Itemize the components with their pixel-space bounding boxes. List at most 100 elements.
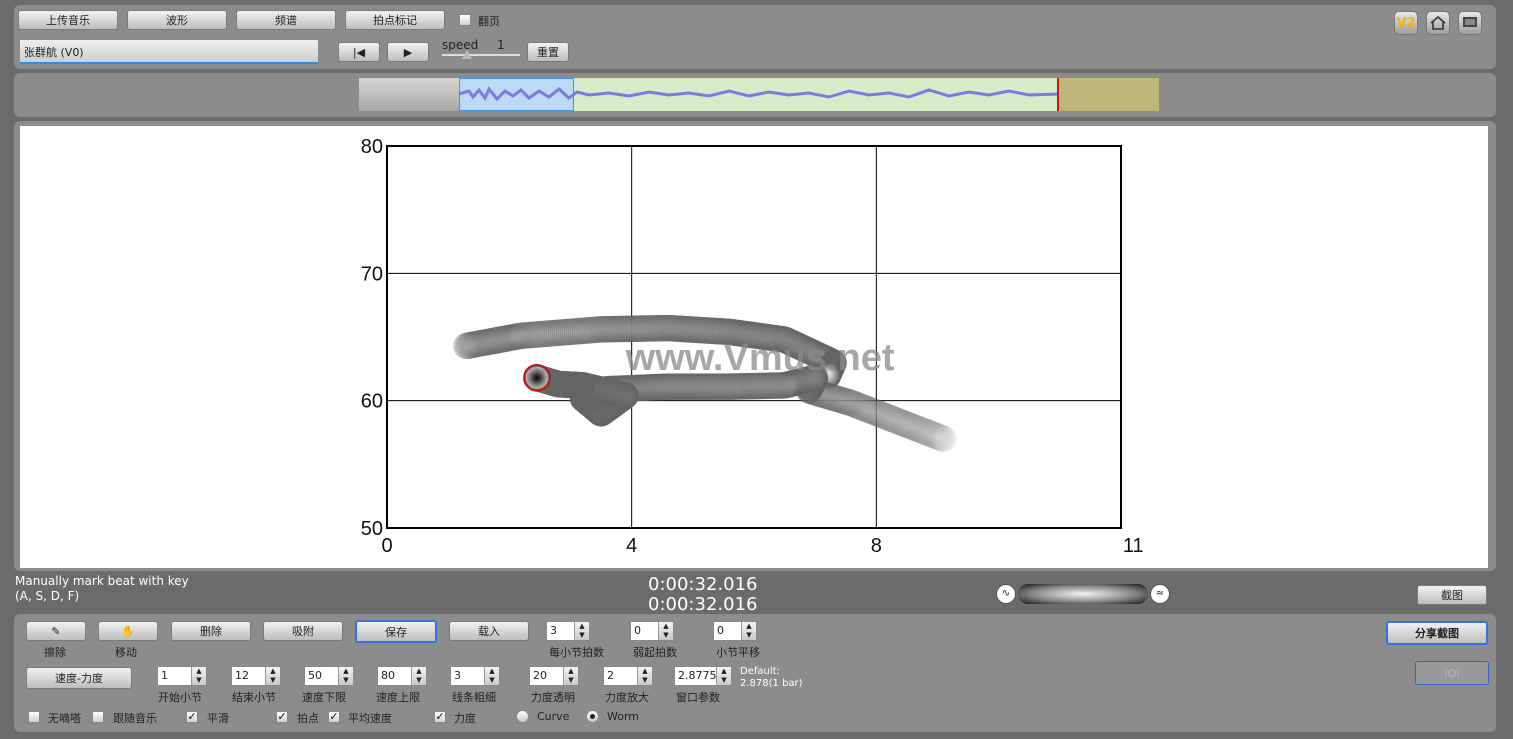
stepper-arrows-icon[interactable]: ▲ ▼ bbox=[658, 622, 673, 640]
y-tick-label: 60 bbox=[361, 391, 383, 413]
dynamics-checkbox[interactable]: ✓ bbox=[434, 711, 446, 723]
dynamics-transparency-stepper[interactable]: 20 ▲ ▼ bbox=[529, 666, 579, 686]
x-tick-label: 4 bbox=[626, 535, 637, 557]
hand-icon: ✋ bbox=[121, 624, 135, 638]
dynamics-transparency-value: 20 bbox=[533, 669, 547, 682]
stepper-arrows-icon[interactable]: ▲ ▼ bbox=[741, 622, 756, 640]
window-param-stepper[interactable]: 2.8775 ▲ ▼ bbox=[674, 666, 732, 686]
speed-slider[interactable] bbox=[442, 50, 520, 59]
track-name-text: 张群航 (V0) bbox=[24, 46, 84, 59]
v2-badge-icon[interactable]: V2 bbox=[1394, 11, 1418, 35]
tempo-low-label: 速度下限 bbox=[302, 691, 346, 704]
worm-radio[interactable] bbox=[586, 710, 599, 723]
y-tick-label: 70 bbox=[361, 263, 383, 285]
worm-head-point bbox=[525, 366, 548, 389]
x-tick-label: 8 bbox=[871, 535, 882, 557]
stepper-arrows-icon[interactable]: ▲ ▼ bbox=[637, 667, 652, 685]
manual-beat-hint-line2: (A, S, D, F) bbox=[15, 589, 80, 603]
stepper-arrows-icon[interactable]: ▲ ▼ bbox=[338, 667, 353, 685]
manual-beat-hint-line1: Manually mark beat with key bbox=[15, 574, 189, 588]
stepper-arrows-icon[interactable]: ▲ ▼ bbox=[563, 667, 578, 685]
beats-per-bar-label: 每小节拍数 bbox=[549, 646, 604, 659]
flip-page-checkbox[interactable] bbox=[459, 14, 471, 26]
load-button[interactable]: 载入 bbox=[449, 621, 529, 641]
dynamics-scale-label: 力度放大 bbox=[605, 691, 649, 704]
follow-music-label: 跟随音乐 bbox=[113, 712, 157, 725]
follow-music-checkbox[interactable] bbox=[92, 711, 104, 723]
playback-time: 0:00:32.016 bbox=[648, 574, 758, 595]
reset-speed-button[interactable]: 重置 bbox=[527, 42, 569, 62]
home-icon[interactable] bbox=[1426, 11, 1450, 35]
waveform-overview[interactable] bbox=[359, 78, 1159, 111]
stepper-arrows-icon[interactable]: ▲ ▼ bbox=[574, 622, 589, 640]
save-button[interactable]: 保存 bbox=[355, 620, 437, 643]
dynamics-scale-stepper[interactable]: 2 ▲ ▼ bbox=[603, 666, 653, 686]
stepper-arrows-icon[interactable]: ▲ ▼ bbox=[411, 667, 426, 685]
worm-radio-dot bbox=[590, 714, 595, 719]
waveform-button[interactable]: 波形 bbox=[127, 10, 227, 30]
tempo-high-stepper[interactable]: 80 ▲ ▼ bbox=[377, 666, 427, 686]
end-bar-value: 12 bbox=[235, 669, 249, 682]
screenshot-button[interactable]: 截图 bbox=[1417, 585, 1487, 605]
beats-checkbox[interactable]: ✓ bbox=[276, 711, 288, 723]
wave-high-icon: ≈ bbox=[1150, 584, 1170, 604]
dynamics-scale-value: 2 bbox=[607, 669, 614, 682]
line-width-value: 3 bbox=[454, 669, 461, 682]
avg-tempo-label: 平均速度 bbox=[348, 712, 392, 725]
stepper-arrows-icon[interactable]: ▲ ▼ bbox=[484, 667, 499, 685]
end-bar-stepper[interactable]: 12 ▲ ▼ bbox=[231, 666, 281, 686]
monitor-icon[interactable] bbox=[1458, 11, 1482, 35]
window-param-label: 窗口参数 bbox=[676, 691, 720, 704]
bar-shift-stepper[interactable]: 0 ▲ ▼ bbox=[713, 621, 757, 641]
speed-label: speed bbox=[442, 38, 479, 52]
volume-gradient-bar[interactable] bbox=[1018, 584, 1148, 604]
curve-radio[interactable] bbox=[516, 710, 529, 723]
ioi-disabled-button: IOI bbox=[1415, 661, 1489, 685]
default-note-line2: 2.878(1 bar) bbox=[740, 678, 803, 689]
stepper-arrows-icon[interactable]: ▲ ▼ bbox=[191, 667, 206, 685]
beat-mark-button[interactable]: 拍点标记 bbox=[345, 10, 445, 30]
dynamics-label: 力度 bbox=[454, 712, 476, 725]
speed-value: 1 bbox=[497, 38, 505, 52]
tempo-low-stepper[interactable]: 50 ▲ ▼ bbox=[304, 666, 354, 686]
spectrum-button[interactable]: 频谱 bbox=[236, 10, 336, 30]
smooth-label: 平滑 bbox=[207, 712, 229, 725]
no-tick-label: 无嘀嗒 bbox=[48, 712, 81, 725]
tempo-high-label: 速度上限 bbox=[376, 691, 420, 704]
play-button[interactable]: ▶ bbox=[387, 42, 429, 62]
x-tick-label: 0 bbox=[381, 535, 392, 557]
snap-button[interactable]: 吸附 bbox=[263, 621, 343, 641]
bar-shift-label: 小节平移 bbox=[716, 646, 760, 659]
beats-label: 拍点 bbox=[297, 712, 319, 725]
delete-button[interactable]: 删除 bbox=[171, 621, 251, 641]
volume-control[interactable]: ∿ ≈ bbox=[996, 582, 1172, 606]
tempo-dynamics-button[interactable]: 速度-力度 bbox=[26, 667, 132, 689]
start-bar-stepper[interactable]: 1 ▲ ▼ bbox=[157, 666, 207, 686]
beats-per-bar-value: 3 bbox=[550, 624, 557, 637]
line-width-stepper[interactable]: 3 ▲ ▼ bbox=[450, 666, 500, 686]
upload-music-button[interactable]: 上传音乐 bbox=[18, 10, 118, 30]
stepper-arrows-icon[interactable]: ▲ ▼ bbox=[265, 667, 280, 685]
flip-page-label: 翻页 bbox=[478, 15, 500, 28]
beats-per-bar-stepper[interactable]: 3 ▲ ▼ bbox=[546, 621, 590, 641]
pickup-beats-stepper[interactable]: 0 ▲ ▼ bbox=[630, 621, 674, 641]
y-tick-label: 80 bbox=[361, 136, 383, 158]
y-tick-label: 50 bbox=[361, 518, 383, 540]
playhead-marker[interactable] bbox=[1057, 78, 1059, 111]
erase-button[interactable]: ✎ bbox=[26, 621, 86, 641]
line-width-label: 线条粗细 bbox=[452, 691, 496, 704]
play-icon: ▶ bbox=[403, 45, 413, 59]
move-button[interactable]: ✋ bbox=[98, 621, 158, 641]
tempo-low-value: 50 bbox=[308, 669, 322, 682]
avg-tempo-checkbox[interactable]: ✓ bbox=[328, 711, 340, 723]
share-screenshot-button[interactable]: 分享截图 bbox=[1386, 621, 1488, 645]
speed-slider-thumb[interactable] bbox=[462, 50, 472, 59]
start-bar-value: 1 bbox=[161, 669, 168, 682]
default-note-line1: Default: bbox=[740, 666, 780, 677]
track-name-field[interactable]: 张群航 (V0) bbox=[20, 40, 318, 64]
smooth-checkbox[interactable]: ✓ bbox=[186, 711, 198, 723]
stepper-arrows-icon[interactable]: ▲ ▼ bbox=[716, 667, 731, 685]
pickup-beats-label: 弱起拍数 bbox=[633, 646, 677, 659]
skip-to-start-button[interactable]: |◀ bbox=[338, 42, 380, 62]
no-tick-checkbox[interactable] bbox=[28, 711, 40, 723]
